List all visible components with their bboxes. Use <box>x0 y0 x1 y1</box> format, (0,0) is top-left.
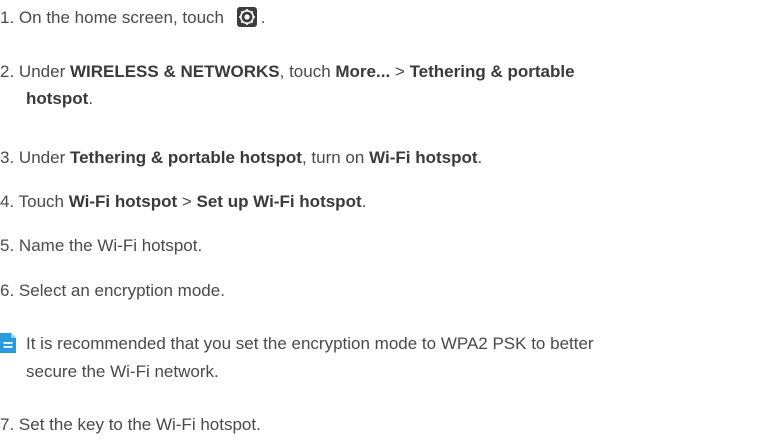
step-number: 4. <box>0 192 15 211</box>
instruction-document: 1. On the home screen, touch . 2. Under … <box>0 0 760 442</box>
step-text: . <box>260 8 266 27</box>
ui-label: WIRELESS & NETWORKS <box>69 62 280 81</box>
step-number: 3. <box>0 148 15 167</box>
step-2: 2. Under WIRELESS & NETWORKS, touch More… <box>0 62 575 108</box>
step-text: On the home screen, touch <box>18 8 224 27</box>
step-6: 6. Select an encryption mode. <box>0 277 750 304</box>
ui-label: Wi-Fi hotspot <box>68 192 178 211</box>
step-3: 3. Under Tethering & portable hotspot, t… <box>0 148 483 167</box>
step-number: 1. <box>0 8 15 27</box>
step-text: Name the Wi-Fi hotspot. <box>18 236 203 255</box>
ui-label: More... <box>335 62 391 81</box>
step-text: Select an encryption mode. <box>18 281 225 300</box>
step-7: 7. Set the key to the Wi-Fi hotspot. <box>0 411 750 438</box>
note-icon <box>0 333 16 353</box>
step-text: Set the key to the Wi-Fi hotspot. <box>18 415 261 434</box>
ui-label: Tethering & portable hotspot <box>69 148 302 167</box>
step-4: 4. Touch Wi-Fi hotspot > Set up Wi-Fi ho… <box>0 192 367 211</box>
ui-label: Wi-Fi hotspot <box>369 148 478 167</box>
note-text: It is recommended that you set the encry… <box>26 334 594 381</box>
step-5: 5. Name the Wi-Fi hotspot. <box>0 232 750 259</box>
step-number: 7. <box>0 415 15 434</box>
step-number: 5. <box>0 236 15 255</box>
ui-label: Set up Wi-Fi hotspot <box>196 192 362 211</box>
settings-gear-icon <box>236 7 257 27</box>
ui-label: hotspot <box>26 89 89 108</box>
step-number: 6. <box>0 281 15 300</box>
ui-label: Tethering & portable <box>409 62 575 81</box>
step-1: 1. On the home screen, touch . <box>0 4 750 31</box>
step-number: 2. <box>0 62 15 81</box>
